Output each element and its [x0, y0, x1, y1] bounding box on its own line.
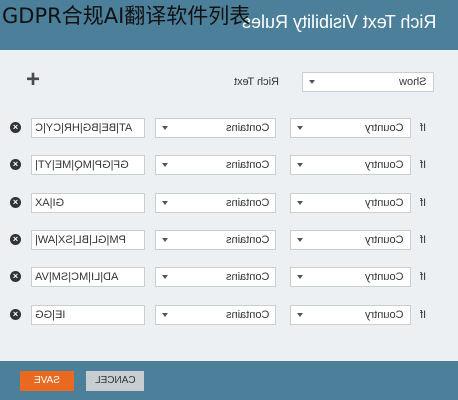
rule-if-label: If: [420, 197, 427, 209]
rule-operator-select[interactable]: Contains: [155, 267, 276, 287]
rule-value-text: PM|GL|BL|SX|AW|: [35, 234, 126, 246]
rule-if-label: If: [420, 159, 427, 171]
save-button[interactable]: SAVE: [20, 371, 74, 391]
rule-field-text: Country: [365, 197, 404, 209]
rule-operator-text: Contains: [225, 159, 269, 171]
rule-operator-text: Contains: [225, 309, 269, 321]
rule-operator-select[interactable]: Contains: [155, 193, 276, 213]
rule-if-label: If: [420, 122, 427, 134]
target-field-label: Rich Text: [234, 76, 280, 88]
rule-field-select[interactable]: Country: [290, 305, 411, 325]
rule-operator-select[interactable]: Contains: [155, 118, 276, 138]
chevron-down-icon: [297, 275, 303, 279]
rule-operator-text: Contains: [225, 234, 269, 246]
rule-value-text: IE|GG: [35, 309, 66, 321]
cancel-button[interactable]: CANCEL: [86, 371, 144, 391]
remove-rule-icon[interactable]: ×: [10, 234, 21, 245]
rule-operator-text: Contains: [225, 122, 269, 134]
chevron-down-icon: [297, 313, 303, 317]
remove-rule-icon[interactable]: ×: [10, 271, 21, 282]
remove-rule-icon[interactable]: ×: [10, 309, 21, 320]
rule-value-input[interactable]: GF|GP|MQ|ME|YT|: [31, 155, 145, 175]
rule-value-text: GF|GP|MQ|ME|YT|: [35, 159, 129, 171]
overlay-caption: GDPR合规AI翻译软件列表: [2, 4, 251, 28]
rule-if-label: If: [420, 271, 427, 283]
rule-operator-select[interactable]: Contains: [155, 230, 276, 250]
rule-value-input[interactable]: AT|BE|BG|HR|CY|C: [31, 118, 145, 138]
remove-rule-icon[interactable]: ×: [10, 122, 21, 133]
remove-rule-icon[interactable]: ×: [10, 197, 21, 208]
chevron-down-icon: [162, 275, 168, 279]
rule-field-select[interactable]: Country: [290, 193, 411, 213]
rule-value-text: GI|AX: [35, 197, 65, 209]
remove-rule-icon[interactable]: ×: [10, 159, 21, 170]
rule-value-input[interactable]: AD|LI|MC|SM|VA: [31, 267, 145, 287]
rule-field-text: Country: [365, 271, 404, 283]
rule-value-input[interactable]: IE|GG: [31, 305, 145, 325]
chevron-down-icon: [297, 201, 303, 205]
rule-operator-text: Contains: [225, 271, 269, 283]
rule-value-input[interactable]: GI|AX: [31, 193, 145, 213]
chevron-down-icon: [297, 126, 303, 130]
add-rule-button[interactable]: +: [23, 68, 43, 92]
chevron-down-icon: [162, 313, 168, 317]
chevron-down-icon: [162, 126, 168, 130]
rule-operator-select[interactable]: Contains: [155, 305, 276, 325]
rule-value-input[interactable]: PM|GL|BL|SX|AW|: [31, 230, 145, 250]
rule-value-text: AD|LI|MC|SM|VA: [35, 271, 119, 283]
rule-operator-text: Contains: [225, 197, 269, 209]
rule-operator-select[interactable]: Contains: [155, 155, 276, 175]
rule-if-label: If: [420, 234, 427, 246]
chevron-down-icon: [162, 238, 168, 242]
rule-field-text: Country: [365, 309, 404, 321]
chevron-down-icon: [162, 163, 168, 167]
action-select[interactable]: Show: [302, 72, 434, 92]
chevron-down-icon: [162, 201, 168, 205]
dialog-title: Rich Text Visibility Rules: [241, 12, 436, 32]
rule-field-select[interactable]: Country: [290, 155, 411, 175]
rule-field-text: Country: [365, 159, 404, 171]
chevron-down-icon: [297, 238, 303, 242]
chevron-down-icon: [297, 163, 303, 167]
rule-value-text: AT|BE|BG|HR|CY|C: [35, 122, 133, 134]
rule-field-select[interactable]: Country: [290, 230, 411, 250]
rule-field-text: Country: [365, 234, 404, 246]
rule-if-label: If: [420, 309, 427, 321]
chevron-down-icon: [309, 80, 315, 84]
rule-field-select[interactable]: Country: [290, 267, 411, 287]
rule-field-text: Country: [365, 122, 404, 134]
rule-field-select[interactable]: Country: [290, 118, 411, 138]
